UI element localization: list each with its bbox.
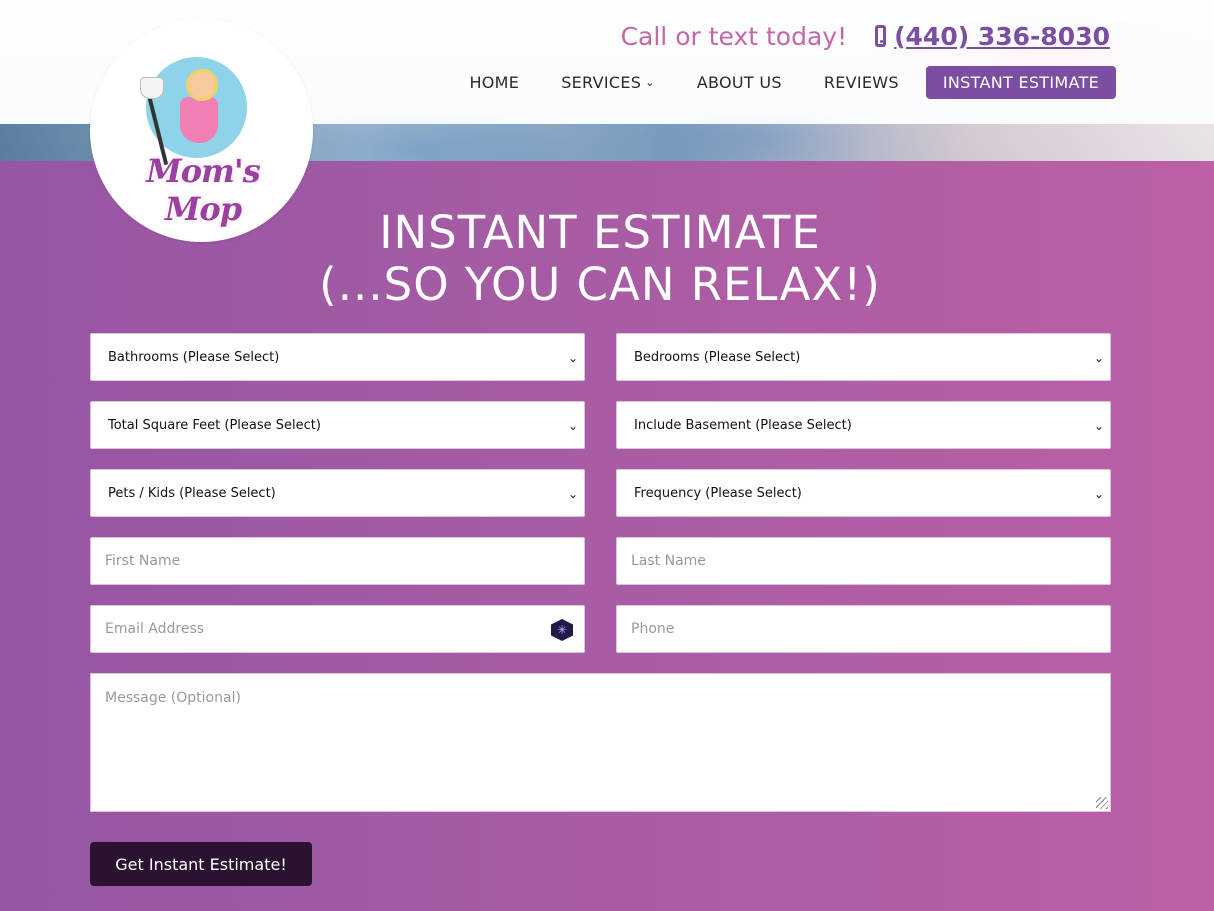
pets-kids-select-value: Pets / Kids (Please Select) xyxy=(108,485,276,501)
main-nav: HOME SERVICES ⌄ ABOUT US REVIEWS INSTANT… xyxy=(448,66,1116,99)
chevron-down-icon: ⌄ xyxy=(567,419,578,433)
message-placeholder: Message (Optional) xyxy=(105,690,241,706)
nav-about-us[interactable]: ABOUT US xyxy=(676,66,803,99)
last-name-input[interactable]: Last Name xyxy=(616,537,1111,585)
contact-bar: Call or text today! (440) 336-8030 xyxy=(621,20,1110,52)
resize-handle-icon[interactable] xyxy=(1096,797,1108,809)
chevron-down-icon: ⌄ xyxy=(1093,487,1104,501)
nav-reviews[interactable]: REVIEWS xyxy=(803,66,920,99)
nav-estimate-label: INSTANT ESTIMATE xyxy=(942,73,1099,92)
chevron-down-icon: ⌄ xyxy=(645,76,655,89)
bathrooms-select[interactable]: Bathrooms (Please Select) ⌄ xyxy=(90,333,585,381)
phone-number: (440) 336-8030 xyxy=(894,21,1110,51)
email-placeholder: Email Address xyxy=(105,621,205,637)
basement-select[interactable]: Include Basement (Please Select) ⌄ xyxy=(616,401,1111,449)
first-name-placeholder: First Name xyxy=(105,553,181,569)
title-line-2: (...SO YOU CAN RELAX!) xyxy=(319,258,881,311)
nav-services-label: SERVICES xyxy=(561,73,642,92)
message-textarea[interactable]: Message (Optional) xyxy=(90,673,1111,812)
estimate-section: INSTANT ESTIMATE (...SO YOU CAN RELAX!) … xyxy=(0,161,1214,911)
phone-placeholder: Phone xyxy=(631,621,675,637)
frequency-select[interactable]: Frequency (Please Select) ⌄ xyxy=(616,469,1111,517)
pets-kids-select[interactable]: Pets / Kids (Please Select) ⌄ xyxy=(90,469,585,517)
nav-reviews-label: REVIEWS xyxy=(823,73,899,92)
nav-about-label: ABOUT US xyxy=(696,73,782,92)
mascot-body-graphic xyxy=(180,97,218,143)
last-name-placeholder: Last Name xyxy=(631,553,706,569)
mop-head-graphic xyxy=(140,77,164,99)
first-name-input[interactable]: First Name xyxy=(90,537,585,585)
bedrooms-select[interactable]: Bedrooms (Please Select) ⌄ xyxy=(616,333,1111,381)
nav-home-label: HOME xyxy=(469,73,520,92)
chevron-down-icon: ⌄ xyxy=(1093,351,1104,365)
phone-input[interactable]: Phone xyxy=(616,605,1111,653)
nav-home[interactable]: HOME xyxy=(448,66,540,99)
chevron-down-icon: ⌄ xyxy=(567,351,578,365)
bedrooms-select-value: Bedrooms (Please Select) xyxy=(634,349,801,365)
chevron-down-icon: ⌄ xyxy=(567,487,578,501)
square-feet-select-value: Total Square Feet (Please Select) xyxy=(108,417,321,433)
basement-select-value: Include Basement (Please Select) xyxy=(634,417,852,433)
password-manager-icon[interactable]: ✳ xyxy=(551,619,573,641)
frequency-select-value: Frequency (Please Select) xyxy=(634,485,802,501)
get-estimate-button[interactable]: Get Instant Estimate! xyxy=(90,842,312,886)
mascot-head-graphic xyxy=(186,69,218,101)
logo-wordmark: Mom's Mop xyxy=(146,152,260,228)
phone-link[interactable]: (440) 336-8030 xyxy=(875,22,1110,51)
get-estimate-label: Get Instant Estimate! xyxy=(115,854,287,874)
email-input[interactable]: Email Address ✳ xyxy=(90,605,585,653)
mobile-phone-icon xyxy=(875,25,887,47)
square-feet-select[interactable]: Total Square Feet (Please Select) ⌄ xyxy=(90,401,585,449)
chevron-down-icon: ⌄ xyxy=(1093,419,1104,433)
nav-instant-estimate[interactable]: INSTANT ESTIMATE xyxy=(925,66,1116,99)
call-cta-text: Call or text today! xyxy=(620,21,848,51)
site-logo[interactable]: Mom's Mop xyxy=(90,19,313,242)
bathrooms-select-value: Bathrooms (Please Select) xyxy=(108,349,280,365)
nav-services[interactable]: SERVICES ⌄ xyxy=(540,66,676,99)
